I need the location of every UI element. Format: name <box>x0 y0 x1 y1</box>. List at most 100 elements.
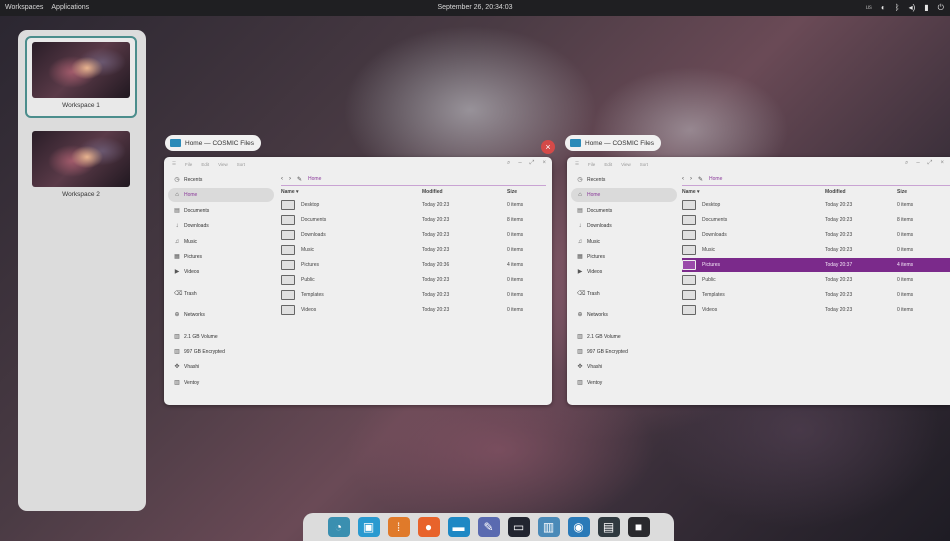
table-row[interactable]: Templates Today 20:23 0 items <box>281 288 546 302</box>
window-title-chip[interactable]: Home — COSMIC Files <box>165 135 261 151</box>
app-grid-icon[interactable]: ⁞ <box>387 517 410 537</box>
volume-icon[interactable]: ◂) <box>909 2 916 14</box>
column-name[interactable]: Name ▾ <box>682 189 825 195</box>
close-window-button[interactable]: × <box>541 140 555 154</box>
table-row[interactable]: Videos Today 20:23 0 items <box>281 303 546 317</box>
sidebar-item-networks[interactable]: ⊕ Networks <box>168 308 274 322</box>
table-row[interactable]: Documents Today 20:23 8 items <box>682 213 950 227</box>
sidebar-toggle-icon[interactable]: ☰ <box>172 161 176 167</box>
sidebar-item-ventoy[interactable]: ▥ Ventoy <box>571 376 677 390</box>
firefox-icon[interactable]: ● <box>417 517 440 537</box>
editor-icon[interactable]: ✎ <box>477 517 500 537</box>
column-size[interactable]: Size <box>897 189 907 195</box>
table-row[interactable]: Templates Today 20:23 0 items <box>682 288 950 302</box>
table-row-selected[interactable]: Pictures Today 20:37 4 items <box>682 258 950 272</box>
battery-icon[interactable]: ▮ <box>924 2 928 14</box>
column-modified[interactable]: Modified <box>422 189 507 195</box>
close-icon[interactable]: × <box>542 160 546 167</box>
forward-icon[interactable]: › <box>289 176 291 182</box>
sidebar-item-volume[interactable]: ▥ 2.1 GB Volume <box>571 330 677 344</box>
sidebar-item-label: Home <box>184 192 198 199</box>
sidebar-item-recents[interactable]: ◷ Recents <box>168 173 274 187</box>
sidebar-item-vhashi[interactable]: ✥ Vhashi <box>168 360 274 374</box>
launcher-icon[interactable]: ◔ <box>327 517 350 537</box>
sidebar-item-music[interactable]: ♫ Music <box>571 235 677 249</box>
sidebar-item-pictures[interactable]: ▦ Pictures <box>571 250 677 264</box>
forward-icon[interactable]: › <box>690 176 692 182</box>
table-row[interactable]: Music Today 20:23 0 items <box>682 243 950 257</box>
screen-icon[interactable]: ■ <box>627 517 650 537</box>
sidebar-item-volume[interactable]: ▥ 2.1 GB Volume <box>168 330 274 344</box>
maximize-icon[interactable]: ⤢ <box>928 160 933 167</box>
sidebar-toggle-icon[interactable]: ☰ <box>575 161 579 167</box>
folder-icon <box>281 289 295 300</box>
column-modified[interactable]: Modified <box>825 189 897 195</box>
menu-view[interactable]: View <box>621 162 631 167</box>
column-name[interactable]: Name ▾ <box>281 189 422 195</box>
sidebar-item-music[interactable]: ♫ Music <box>168 235 274 249</box>
files-icon[interactable]: ▬ <box>447 517 470 537</box>
table-row[interactable]: Downloads Today 20:23 0 items <box>682 228 950 242</box>
sidebar-item-encrypted[interactable]: ▥ 997 GB Encrypted <box>571 345 677 359</box>
menu-sort[interactable]: Sort <box>640 162 648 167</box>
edit-path-icon[interactable]: ✎ <box>698 176 703 183</box>
file-name: Music <box>301 246 315 253</box>
sidebar-item-ventoy[interactable]: ▥ Ventoy <box>168 376 274 390</box>
menu-view[interactable]: View <box>218 162 228 167</box>
table-row[interactable]: Public Today 20:23 0 items <box>281 273 546 287</box>
workspace-1-thumbnail[interactable]: Workspace 1 <box>25 36 137 118</box>
table-row[interactable]: Documents Today 20:23 8 items <box>281 213 546 227</box>
settings-icon[interactable]: ◉ <box>567 517 590 537</box>
sidebar-item-encrypted[interactable]: ▥ 997 GB Encrypted <box>168 345 274 359</box>
sidebar-item-videos[interactable]: ▶ Videos <box>571 265 677 279</box>
keyboard-layout-indicator[interactable]: us <box>866 2 872 14</box>
sidebar-item-pictures[interactable]: ▦ Pictures <box>168 250 274 264</box>
bluetooth-icon[interactable]: ᛒ <box>895 2 900 14</box>
window-title-chip[interactable]: Home — COSMIC Files <box>565 135 661 151</box>
sidebar-item-trash[interactable]: ⌫ Trash <box>571 287 677 301</box>
monitor-icon[interactable]: ▤ <box>597 517 620 537</box>
sidebar-item-documents[interactable]: ▤ Documents <box>168 204 274 218</box>
back-icon[interactable]: ‹ <box>682 176 684 182</box>
breadcrumb-home[interactable]: Home <box>308 176 321 182</box>
sidebar-item-home[interactable]: ⌂ Home <box>168 188 274 203</box>
table-row[interactable]: Videos Today 20:23 0 items <box>682 303 950 317</box>
search-icon[interactable]: ⌕ <box>507 160 510 167</box>
table-row[interactable]: Pictures Today 20:36 4 items <box>281 258 546 272</box>
table-row[interactable]: Public Today 20:23 0 items <box>682 273 950 287</box>
maximize-icon[interactable]: ⤢ <box>530 160 535 167</box>
sidebar-item-vhashi[interactable]: ✥ Vhashi <box>571 360 677 374</box>
breadcrumb-home[interactable]: Home <box>709 176 722 182</box>
sidebar-item-recents[interactable]: ◷ Recents <box>571 173 677 187</box>
sidebar-item-trash[interactable]: ⌫ Trash <box>168 287 274 301</box>
edit-path-icon[interactable]: ✎ <box>297 176 302 183</box>
table-row[interactable]: Downloads Today 20:23 0 items <box>281 228 546 242</box>
power-icon[interactable]: ⏻ <box>938 2 944 14</box>
workspace-2-thumbnail[interactable]: Workspace 2 <box>25 125 137 207</box>
table-row[interactable]: Music Today 20:23 0 items <box>281 243 546 257</box>
minimize-icon[interactable]: – <box>518 160 521 167</box>
sidebar-item-documents[interactable]: ▤ Documents <box>571 204 677 218</box>
network-icon[interactable]: ◐ <box>881 2 886 14</box>
terminal-icon[interactable]: ▭ <box>507 517 530 537</box>
store-icon[interactable]: ▥ <box>537 517 560 537</box>
back-icon[interactable]: ‹ <box>281 176 283 182</box>
table-row[interactable]: Desktop Today 20:23 0 items <box>682 198 950 212</box>
sidebar-item-downloads[interactable]: ↓ Downloads <box>168 219 274 233</box>
sidebar-item-downloads[interactable]: ↓ Downloads <box>571 219 677 233</box>
menu-edit[interactable]: Edit <box>604 162 612 167</box>
table-row[interactable]: Desktop Today 20:23 0 items <box>281 198 546 212</box>
clock[interactable]: September 26, 20:34:03 <box>0 4 950 11</box>
workspaces-icon[interactable]: ▣ <box>357 517 380 537</box>
search-icon[interactable]: ⌕ <box>905 160 908 167</box>
menu-file[interactable]: File <box>588 162 595 167</box>
minimize-icon[interactable]: – <box>916 160 919 167</box>
close-icon[interactable]: × <box>940 160 944 167</box>
menu-edit[interactable]: Edit <box>201 162 209 167</box>
sidebar-item-home[interactable]: ⌂ Home <box>571 188 677 203</box>
menu-file[interactable]: File <box>185 162 192 167</box>
column-size[interactable]: Size <box>507 189 517 195</box>
menu-sort[interactable]: Sort <box>237 162 245 167</box>
sidebar-item-videos[interactable]: ▶ Videos <box>168 265 274 279</box>
sidebar-item-networks[interactable]: ⊕ Networks <box>571 308 677 322</box>
